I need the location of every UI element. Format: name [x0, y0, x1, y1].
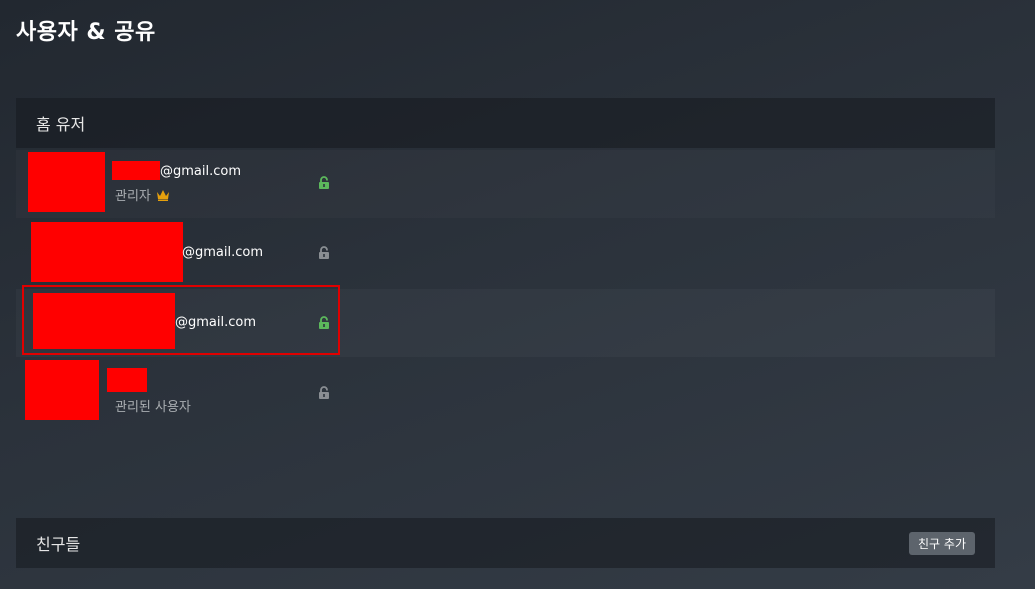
user-row[interactable]: @gmail.com: [16, 220, 995, 288]
lock-icon[interactable]: [318, 386, 330, 399]
user-role: 관리된 사용자: [115, 396, 191, 415]
redacted-avatar: [28, 152, 105, 212]
redacted-avatar-and-name: [31, 222, 183, 282]
page-title: 사용자 & 공유: [16, 20, 156, 45]
user-row[interactable]: 관리된 사용자: [16, 358, 995, 426]
crown-icon: [156, 189, 169, 201]
redacted-avatar: [25, 360, 99, 420]
friends-header: 친구들 친구 추가: [16, 518, 995, 568]
user-row[interactable]: @gmail.com: [16, 289, 995, 357]
add-friend-button[interactable]: 친구 추가: [909, 531, 975, 555]
home-users-title: 홈 유저: [36, 115, 86, 134]
friends-title: 친구들: [36, 535, 81, 554]
user-email: @gmail.com: [175, 315, 257, 330]
redacted-email-prefix: [112, 161, 160, 180]
user-role-label: 관리된 사용자: [115, 400, 191, 415]
user-row[interactable]: @gmail.com 관리자: [16, 150, 995, 218]
user-role-label: 관리자: [115, 189, 151, 204]
home-users-header: 홈 유저: [16, 98, 995, 148]
user-role: 관리자: [115, 185, 170, 204]
user-email: @gmail.com: [160, 164, 242, 179]
user-email: @gmail.com: [182, 245, 264, 260]
lock-icon[interactable]: [318, 246, 330, 259]
redacted-name: [107, 368, 147, 392]
redacted-avatar-and-name: [33, 293, 175, 349]
lock-icon[interactable]: [318, 176, 330, 189]
lock-icon[interactable]: [318, 316, 330, 329]
